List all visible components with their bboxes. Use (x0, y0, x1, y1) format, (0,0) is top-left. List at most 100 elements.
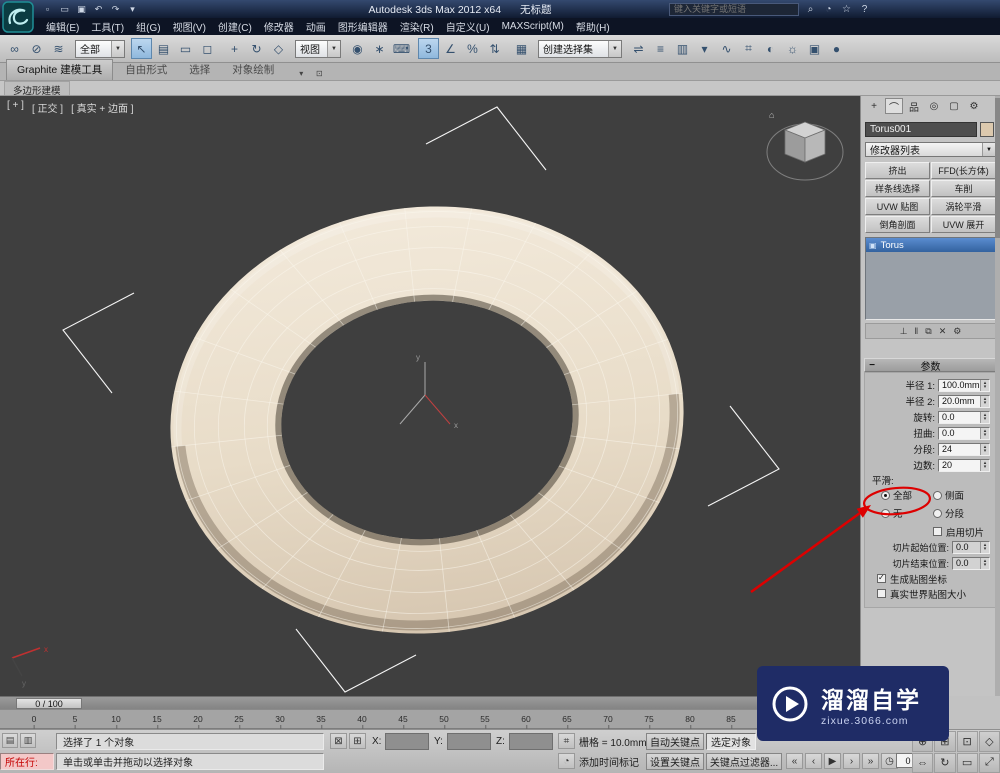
spinner-arrows-icon[interactable]: ▴▾ (980, 428, 989, 439)
smooth-option-1[interactable]: 侧面 (933, 488, 994, 502)
open-file-icon[interactable]: ▭ (57, 2, 72, 16)
rendered-frame-window-icon[interactable]: ▣ (804, 38, 825, 59)
radio-button[interactable] (881, 491, 890, 500)
pan-icon[interactable]: ⇔ (912, 753, 933, 773)
modifier-preset-button[interactable]: 倒角剖面 (865, 216, 930, 233)
field-of-view-icon[interactable]: ◇ (979, 731, 1000, 752)
viewcube[interactable]: ⌂ (763, 104, 848, 189)
spinner-arrows-icon[interactable]: ▴▾ (980, 542, 989, 553)
material-editor-icon[interactable]: ◐ (760, 38, 781, 59)
new-scene-icon[interactable]: ▫ (40, 2, 55, 16)
menu-item-1[interactable]: 工具(T) (85, 17, 130, 36)
unlink-selection-icon[interactable]: ⊘ (26, 38, 47, 59)
select-scale-icon[interactable]: ◇ (268, 38, 289, 59)
reference-coordinate-dropdown[interactable]: 视图▼ (295, 40, 341, 58)
modifier-preset-button[interactable]: 样条线选择 (865, 180, 930, 197)
param-spinner-field[interactable]: 20▴▾ (938, 459, 990, 472)
spinner-arrows-icon[interactable]: ▴▾ (980, 412, 989, 423)
spinner-arrows-icon[interactable]: ▴▾ (980, 460, 989, 471)
menu-item-9[interactable]: 自定义(U) (440, 17, 496, 36)
select-rotate-icon[interactable]: ↻ (246, 38, 267, 59)
next-frame-icon[interactable]: › (843, 753, 860, 769)
menu-item-10[interactable]: MAXScript(M) (496, 19, 570, 34)
select-manipulate-icon[interactable]: ∗ (369, 38, 390, 59)
help-icon[interactable]: ? (857, 2, 872, 16)
macro-recorder-icon[interactable]: ▥ (20, 733, 36, 748)
enable-slice-checkbox[interactable] (933, 527, 942, 536)
smooth-option-3[interactable]: 分段 (933, 506, 994, 520)
modify-tab-icon[interactable]: ⌒ (885, 98, 903, 114)
3dsmax-logo-icon[interactable] (2, 1, 34, 33)
modifier-stack[interactable]: ▣ Torus (865, 237, 996, 320)
render-setup-icon[interactable]: ☼ (782, 38, 803, 59)
param-spinner-field[interactable]: 20.0mm▴▾ (938, 395, 990, 408)
workspace-dropdown-icon[interactable]: ▾ (125, 2, 140, 16)
search-icon[interactable]: ⌕ (803, 2, 818, 16)
time-tag-icon[interactable]: ◔ (558, 753, 575, 769)
infocenter-search-input[interactable] (669, 3, 799, 16)
radio-button[interactable] (933, 491, 942, 500)
menu-item-7[interactable]: 图形编辑器 (332, 17, 394, 36)
angle-snap-icon[interactable]: ∠ (440, 38, 461, 59)
spinner-arrows-icon[interactable]: ▴▾ (980, 444, 989, 455)
play-animation-icon[interactable]: ▶ (824, 753, 841, 769)
save-file-icon[interactable]: ▣ (74, 2, 89, 16)
modifier-list-dropdown[interactable]: 修改器列表 ▼ (865, 142, 996, 157)
undo-icon[interactable]: ↶ (91, 2, 106, 16)
maxscript-listener-line[interactable]: 所在行: (0, 753, 54, 770)
y-coordinate-field[interactable] (447, 733, 491, 750)
ribbon-tab-graphite[interactable]: Graphite 建模工具 (6, 59, 113, 80)
selection-lock-toggle-icon[interactable]: ⊠ (330, 733, 347, 749)
communication-center-icon[interactable]: ◔ (821, 2, 836, 16)
spinner-arrows-icon[interactable]: ▴▾ (980, 380, 989, 391)
track-bar-ruler[interactable]: 0510152025303540455055606570758085909510… (0, 709, 861, 729)
modifier-preset-button[interactable]: UVW 贴图 (865, 198, 930, 215)
select-object-icon[interactable]: ↖ (131, 38, 152, 59)
modifier-preset-button[interactable]: UVW 展开 (931, 216, 996, 233)
key-scope-button[interactable]: 选定对象 (706, 733, 756, 750)
make-unique-icon[interactable]: ⧉ (925, 326, 931, 337)
orbit-icon[interactable]: ↻ (934, 753, 955, 773)
bind-to-spacewarp-icon[interactable]: ≋ (48, 38, 69, 59)
stack-item-torus[interactable]: ▣ Torus (866, 238, 995, 252)
maximize-viewport-icon[interactable]: ⤢ (979, 753, 1000, 773)
time-slider-track[interactable]: 0 / 100 (0, 696, 861, 709)
menu-item-6[interactable]: 动画 (300, 17, 332, 36)
hierarchy-tab-icon[interactable]: 品 (905, 98, 923, 114)
ribbon-toggle-icon[interactable]: ▾ (694, 38, 715, 59)
real-world-row[interactable]: 真实世界贴图大小 (867, 586, 994, 601)
parameters-rollout-header[interactable]: − 参数 (864, 358, 997, 372)
pin-stack-icon[interactable]: ⊥ (900, 326, 908, 337)
auto-key-button[interactable]: 自动关键点 (646, 733, 704, 750)
remove-modifier-icon[interactable]: ✕ (939, 326, 947, 337)
keyboard-override-icon[interactable]: ⌨ (391, 38, 412, 59)
spinner-snap-icon[interactable]: ⇅ (484, 38, 505, 59)
layer-manager-icon[interactable]: ▥ (672, 38, 693, 59)
named-selection-sets-dropdown[interactable]: 创建选择集▼ (538, 40, 622, 58)
menu-item-3[interactable]: 视图(V) (167, 17, 212, 36)
align-icon[interactable]: ≡ (650, 38, 671, 59)
param-spinner-field[interactable]: 100.0mm▴▾ (938, 379, 990, 392)
polygon-modeling-panel-tab[interactable]: 多边形建模 (4, 81, 70, 95)
utilities-tab-icon[interactable]: ⚙ (965, 98, 983, 114)
absolute-offset-mode-icon[interactable]: ⊞ (349, 733, 366, 749)
ribbon-pin-icon[interactable]: ⊡ (312, 69, 326, 78)
viewport-menu-general[interactable]: [ + ] (7, 100, 24, 115)
ribbon-tab-freeform[interactable]: 自由形式 (115, 60, 177, 80)
set-key-button[interactable]: 设置关键点 (646, 753, 704, 770)
ribbon-minimize-icon[interactable]: ▾ (294, 69, 308, 78)
viewport-menu-view[interactable]: [ 正交 ] (32, 100, 63, 115)
enable-slice-row[interactable]: 启用切片 (867, 524, 994, 539)
menu-item-11[interactable]: 帮助(H) (570, 17, 616, 36)
time-slider-handle[interactable]: 0 / 100 (16, 698, 82, 709)
menu-item-2[interactable]: 组(G) (130, 17, 166, 36)
modifier-preset-button[interactable]: 车削 (931, 180, 996, 197)
schematic-view-icon[interactable]: ⌗ (738, 38, 759, 59)
edit-named-selections-icon[interactable]: ▦ (511, 38, 532, 59)
ribbon-tab-object-paint[interactable]: 对象绘制 (222, 60, 284, 80)
mirror-icon[interactable]: ⇌ (628, 38, 649, 59)
param-spinner-field[interactable]: 0.0▴▾ (952, 541, 990, 554)
modifier-preset-button[interactable]: 挤出 (865, 162, 930, 179)
show-end-result-icon[interactable]: ‖ (915, 326, 919, 336)
param-spinner-field[interactable]: 0.0▴▾ (938, 411, 990, 424)
